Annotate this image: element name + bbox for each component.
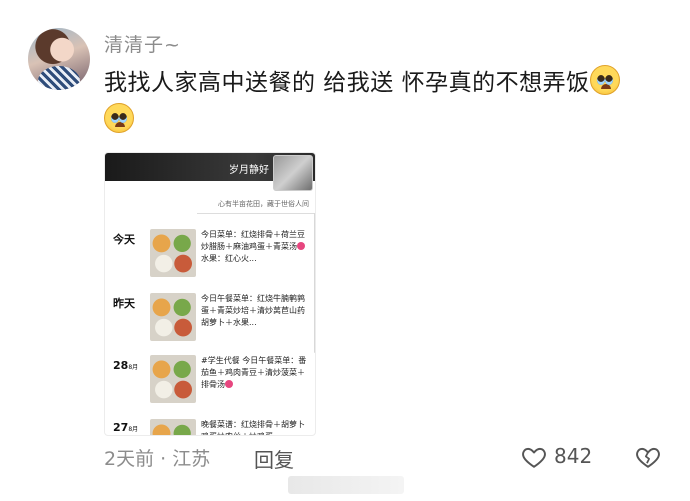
avatar-photo-detail bbox=[38, 66, 80, 90]
menu-text: 晚餐菜谱：红烧排骨＋胡萝卜鸡蛋炒肉丝＋炒鸡蛋... bbox=[201, 420, 305, 435]
meal-photo bbox=[150, 293, 196, 341]
like-count: 842 bbox=[554, 444, 593, 468]
meal-photo bbox=[150, 355, 196, 403]
day-label: 昨天 bbox=[113, 297, 135, 310]
menu-text: #学生代餐 今日午餐菜单：番茄鱼＋鸡肉青豆＋清炒菠菜＋排骨汤 bbox=[201, 356, 307, 389]
day-label: 288月 bbox=[113, 359, 139, 372]
divider bbox=[197, 213, 315, 214]
attached-screenshot[interactable]: 岁月静好 心有半亩花田，藏于世俗人间 今天 今日菜单：红烧排骨＋荷兰豆炒腊肠＋麻… bbox=[104, 152, 316, 436]
comment-text: 我找人家高中送餐的 给我送 怀孕真的不想弄饭 bbox=[104, 70, 590, 96]
menu-text: 今日菜单：红烧排骨＋荷兰豆炒腊肠＋麻油鸡蛋＋青菜汤水果：红心火... bbox=[201, 230, 305, 263]
reply-button[interactable]: 回复 bbox=[254, 444, 294, 473]
avatar[interactable] bbox=[28, 28, 90, 90]
comment-body: 我找人家高中送餐的 给我送 怀孕真的不想弄饭 bbox=[104, 64, 664, 140]
day-label: 278月 bbox=[113, 421, 139, 434]
day-label: 今天 bbox=[113, 233, 135, 246]
username[interactable]: 清清子~ bbox=[104, 30, 181, 57]
watermark bbox=[288, 476, 404, 494]
heart-emoji-icon bbox=[297, 242, 305, 250]
pleading-face-emoji-icon bbox=[589, 65, 620, 95]
broken-heart-icon[interactable] bbox=[635, 444, 661, 470]
heart-emoji-icon bbox=[225, 380, 233, 388]
menu-text: 今日午餐菜单：红烧牛腩鹌鹑蛋＋青菜炒培＋清炒莴苣山药胡萝卜＋水果... bbox=[201, 294, 305, 327]
meal-photo bbox=[150, 419, 196, 435]
comment-meta: 2天前 · 江苏 bbox=[104, 448, 211, 470]
screenshot-title: 岁月静好 bbox=[229, 165, 269, 176]
screenshot-motto: 心有半亩花田，藏于世俗人间 bbox=[218, 200, 309, 208]
heart-outline-icon[interactable] bbox=[521, 444, 547, 470]
pleading-face-emoji-icon bbox=[104, 103, 134, 133]
screenshot-profile-image bbox=[273, 155, 313, 191]
meal-photo bbox=[150, 229, 196, 277]
scrollbar bbox=[314, 213, 315, 353]
